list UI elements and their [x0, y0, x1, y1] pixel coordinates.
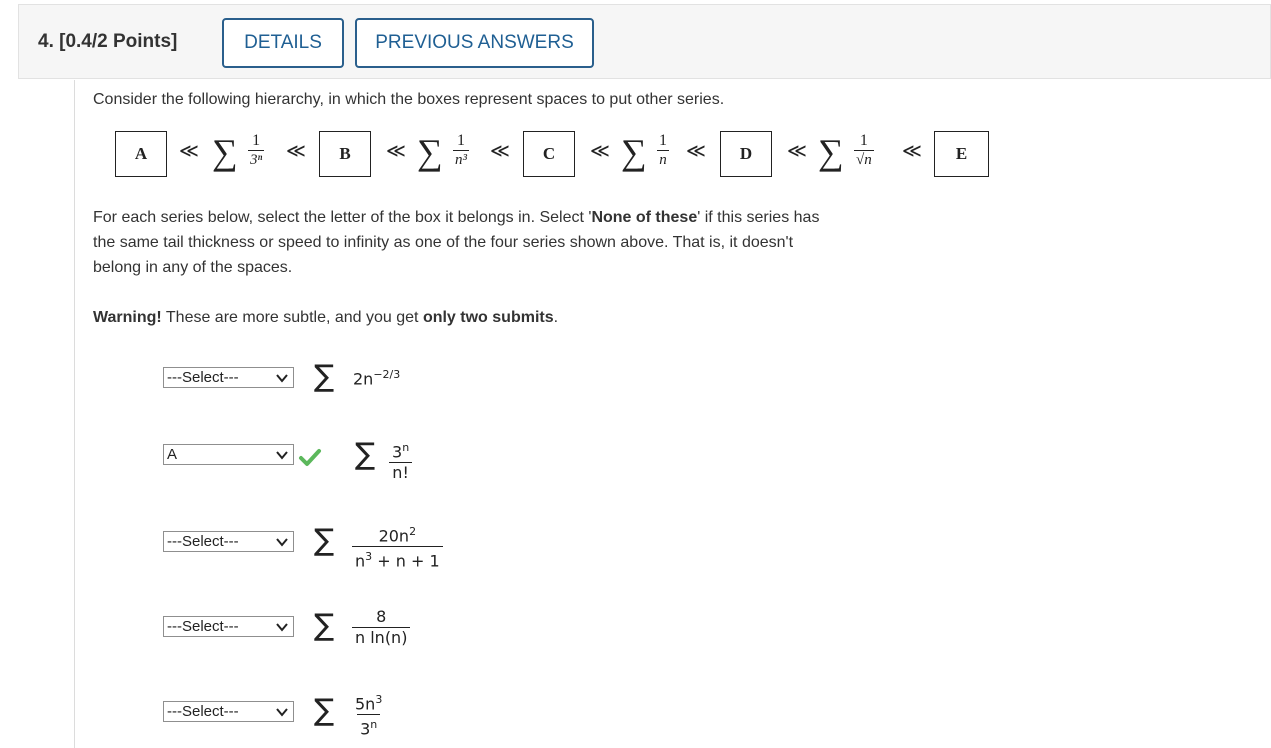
sigma-symbol: ∑	[417, 132, 443, 172]
series-expression-2: 3n n!	[389, 438, 412, 483]
content-left-border	[74, 80, 75, 748]
denominator-base: n	[355, 551, 366, 571]
answer-select-3[interactable]: ---Select---	[163, 531, 294, 552]
numerator-base: 5n	[355, 694, 376, 714]
fraction-denominator: √n	[854, 150, 874, 168]
fraction-denominator: n	[657, 150, 669, 168]
much-less-symbol: ≪	[902, 141, 922, 162]
fraction-denominator: n3 + n + 1	[352, 546, 443, 571]
select-value: ---Select---	[167, 369, 239, 386]
hierarchy-box-b: B	[319, 131, 371, 177]
numerator-base: 3	[392, 442, 403, 462]
fraction-denominator: 3ⁿ	[248, 150, 265, 168]
sigma-symbol: ∑	[314, 359, 335, 394]
question-points-label: 4. [0.4/2 Points]	[38, 31, 178, 52]
chevron-down-icon	[276, 537, 288, 547]
checkmark-icon	[299, 449, 321, 466]
hierarchy-box-a: A	[115, 131, 167, 177]
much-less-symbol: ≪	[686, 141, 706, 162]
series-expression-4: 8 n ln(n)	[352, 607, 411, 648]
previous-answers-button[interactable]: PREVIOUS ANSWERS	[355, 18, 594, 68]
much-less-symbol: ≪	[590, 141, 610, 162]
warning-emphasis: only two submits	[422, 309, 554, 326]
warning-end: .	[553, 309, 559, 326]
denominator-base: 3	[360, 719, 371, 739]
chevron-down-icon	[276, 373, 288, 383]
series-expression-3: 20n2 n3 + n + 1	[352, 522, 443, 572]
fraction-denominator: n!	[389, 462, 412, 483]
warning-label: Warning!	[93, 309, 162, 326]
fraction-denominator: n ln(n)	[352, 627, 411, 648]
sigma-symbol: ∑	[355, 437, 376, 472]
fraction-numerator: 3n	[389, 438, 412, 462]
numerator-exponent: 3	[375, 693, 383, 706]
much-less-symbol: ≪	[286, 141, 306, 162]
sigma-symbol: ∑	[314, 523, 335, 558]
series-fraction: 1 n³	[453, 132, 469, 169]
numerator-exponent: n	[402, 441, 410, 454]
hierarchy-box-d: D	[720, 131, 772, 177]
much-less-symbol: ≪	[386, 141, 406, 162]
series-fraction: 1 n	[657, 132, 669, 169]
series-expression-1: 2n−2/3	[353, 368, 400, 388]
series-fraction: 1 √n	[854, 132, 874, 169]
select-value: ---Select---	[167, 703, 239, 720]
expression-exponent: −2/3	[373, 368, 401, 381]
warning-text: Warning! These are more subtle, and you …	[93, 305, 973, 330]
chevron-down-icon	[276, 450, 288, 460]
answer-select-4[interactable]: ---Select---	[163, 616, 294, 637]
intro-text: Consider the following hierarchy, in whi…	[93, 91, 725, 108]
fraction-numerator: 20n2	[376, 522, 420, 546]
much-less-symbol: ≪	[179, 141, 199, 162]
fraction-numerator: 8	[376, 607, 387, 626]
instructions-line2: the same tail thickness or speed to infi…	[93, 234, 794, 251]
fraction-numerator: 5n3	[352, 690, 385, 714]
instructions-line1-end: ' if this series has	[697, 209, 820, 226]
answer-select-2[interactable]: A	[163, 444, 294, 465]
instructions-line3: belong in any of the spaces.	[93, 259, 293, 276]
series-hierarchy: A ≪ ∑ 1 3ⁿ ≪ B ≪ ∑ 1 n³ ≪ C ≪ ∑ 1 n ≪ D …	[113, 128, 993, 183]
question-header: 4. [0.4/2 Points] DETAILS PREVIOUS ANSWE…	[18, 4, 1271, 79]
sigma-symbol: ∑	[621, 132, 647, 172]
chevron-down-icon	[276, 707, 288, 717]
chevron-down-icon	[276, 622, 288, 632]
fraction-numerator: 1	[252, 132, 261, 149]
sigma-symbol: ∑	[314, 608, 335, 643]
fraction-numerator: 1	[457, 132, 465, 149]
fraction-denominator: n³	[453, 150, 469, 168]
instructions-text: For each series below, select the letter…	[93, 205, 973, 280]
warning-body: These are more subtle, and you get	[161, 309, 423, 326]
select-value: ---Select---	[167, 533, 239, 550]
much-less-symbol: ≪	[490, 141, 510, 162]
fraction-denominator: 3n	[357, 714, 381, 739]
series-fraction: 1 3ⁿ	[248, 132, 265, 169]
sigma-symbol: ∑	[818, 132, 844, 172]
denominator-exponent: n	[370, 718, 378, 732]
denominator-rest: + n + 1	[372, 551, 440, 571]
none-of-these-emphasis: None of these	[591, 209, 698, 226]
details-button[interactable]: DETAILS	[222, 18, 344, 68]
instructions-line1: For each series below, select the letter…	[93, 209, 592, 226]
series-expression-5: 5n3 3n	[352, 690, 385, 740]
answer-select-5[interactable]: ---Select---	[163, 701, 294, 722]
fraction-numerator: 1	[659, 132, 667, 149]
sigma-symbol: ∑	[212, 132, 238, 172]
hierarchy-box-c: C	[523, 131, 575, 177]
numerator-exponent: 2	[409, 525, 417, 538]
sigma-symbol: ∑	[314, 693, 335, 728]
select-value: ---Select---	[167, 618, 239, 635]
select-value: A	[167, 446, 178, 463]
much-less-symbol: ≪	[787, 141, 807, 162]
expression-base: 2n	[353, 369, 374, 389]
fraction-numerator: 1	[859, 132, 868, 149]
numerator-base: 20n	[378, 526, 410, 546]
answer-select-1[interactable]: ---Select---	[163, 367, 294, 388]
hierarchy-box-e: E	[934, 131, 989, 177]
